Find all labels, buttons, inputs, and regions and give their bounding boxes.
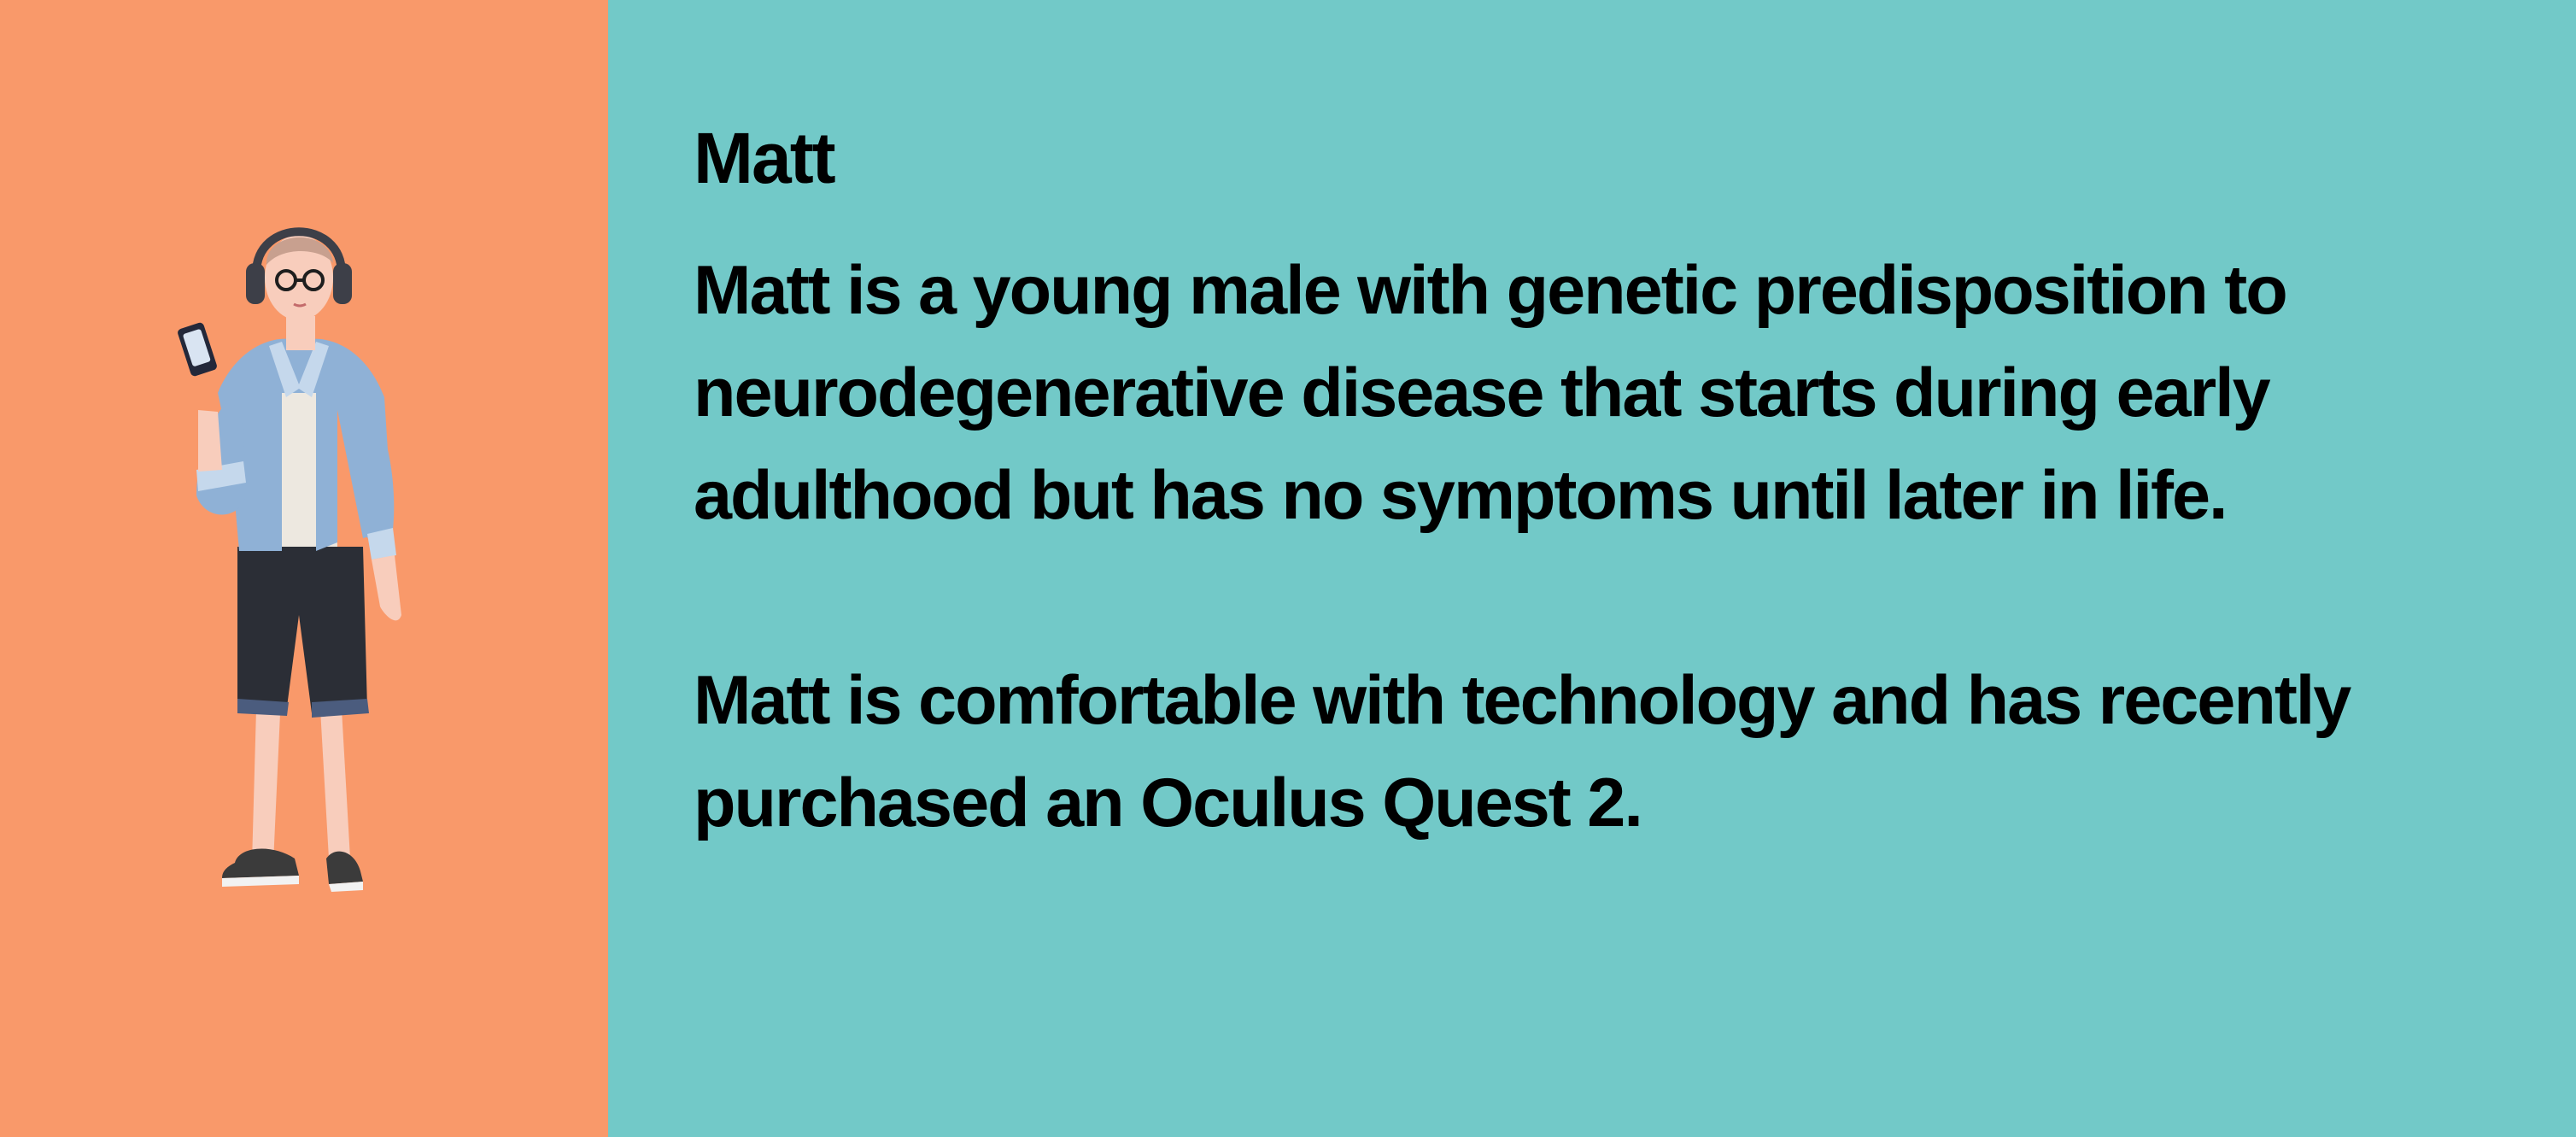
persona-description-2: Matt is comfortable with technology and … [694, 662, 2351, 841]
left-shoe [222, 848, 299, 878]
persona-description-1: Matt is a young male with genetic predis… [694, 252, 2288, 534]
persona-text: Matt Matt is a young male with genetic p… [694, 111, 2487, 854]
persona-illustration [178, 227, 401, 892]
illustration-panel [0, 0, 608, 1137]
shorts [237, 547, 367, 713]
persona-name: Matt [694, 118, 836, 198]
right-shoe [326, 851, 363, 884]
